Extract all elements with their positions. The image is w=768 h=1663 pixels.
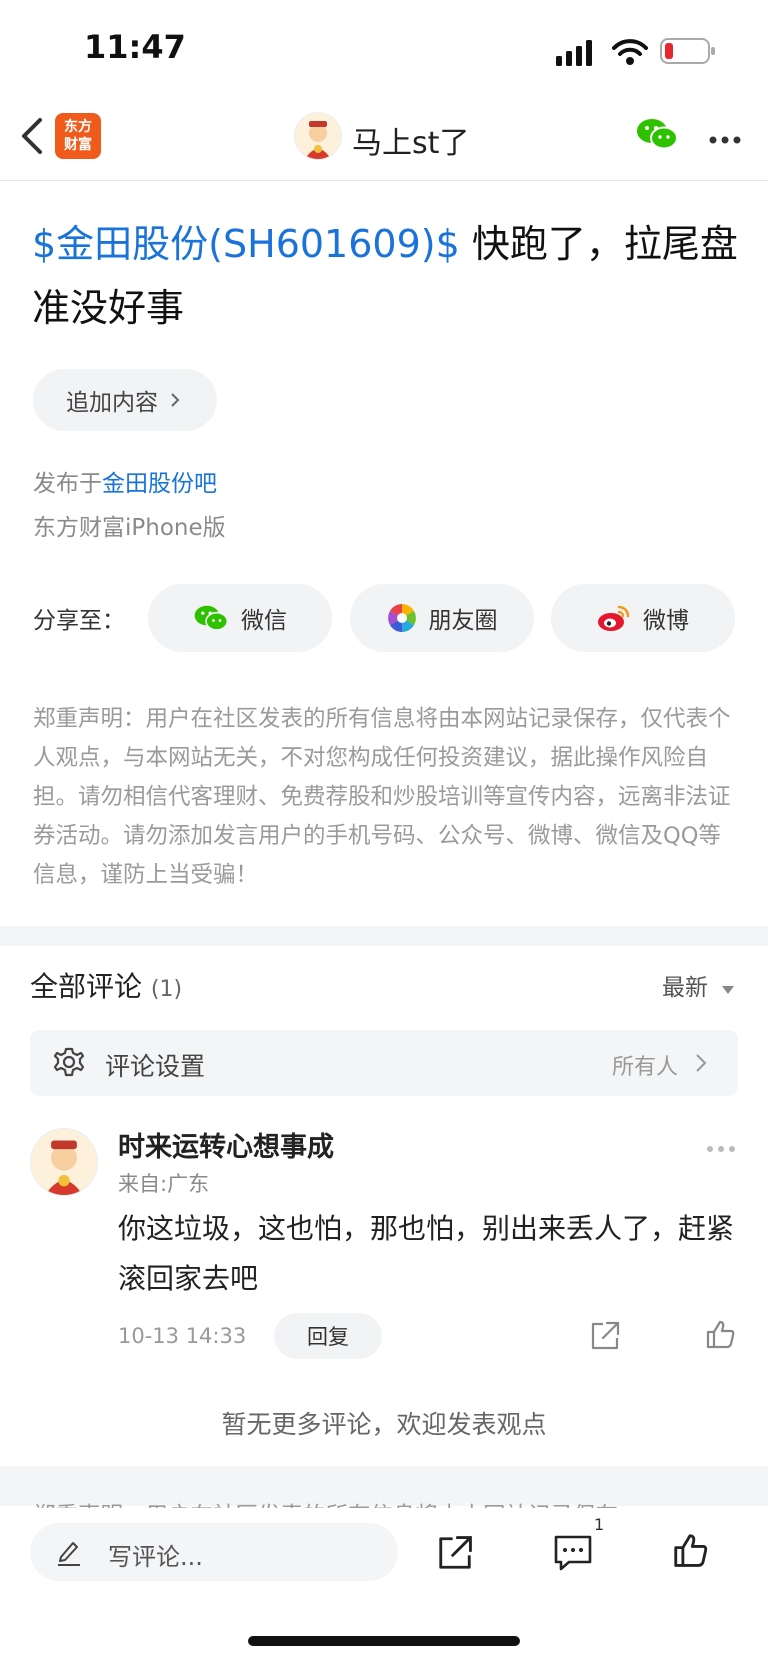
chevron-right-icon [171,393,180,407]
comment-settings-row[interactable]: 评论设置 所有人 [30,1030,738,1096]
add-content-label: 追加内容 [66,390,158,416]
sort-label: 最新 [662,975,708,1001]
comment-count-badge: 1 [594,1515,605,1534]
gear-icon [53,1047,85,1077]
comments-title: 全部评论 [30,970,143,1003]
wechat-share-icon[interactable] [635,116,679,156]
published-in: 发布于金田股份吧 [33,464,217,498]
status-time: 11:47 [84,28,186,66]
wechat-icon [194,605,229,631]
weibo-icon [598,605,630,631]
moments-icon [387,604,416,632]
comment-like-icon[interactable] [704,1318,736,1354]
comment-icon[interactable] [553,1534,593,1576]
commenter-location: 来自:广东 [118,1172,210,1196]
sort-dropdown[interactable]: 最新 [662,968,735,1002]
battery-icon [660,37,716,69]
home-indicator [248,1636,520,1646]
no-more-comments: 暂无更多评论，欢迎发表观点 [221,1410,547,1439]
back-icon[interactable] [18,116,44,160]
commenter-avatar[interactable] [30,1128,98,1196]
disclaimer-text: 郑重声明：用户在社区发表的所有信息将由本网站记录保存，仅代表个人观点，与本网站无… [33,706,731,888]
app-logo-text-2: 财富 [64,137,92,153]
share-moments-label: 朋友圈 [428,608,498,634]
comment-text: 你这垃圾，这也怕，那也怕，别出来丢人了，赶紧滚回家去吧 [118,1212,735,1295]
comment-input[interactable]: 写评论... [30,1523,398,1581]
stock-tag-link[interactable]: $金田股份(SH601609)$ [32,222,460,266]
pencil-icon [58,1542,80,1566]
comment-share-icon[interactable] [589,1320,621,1356]
comment-time: 10-13 14:33 [118,1324,247,1348]
caret-down-icon [722,986,735,994]
commenter-name[interactable]: 时来运转心想事成 [118,1125,334,1164]
app-logo[interactable]: 东方 财富 [55,113,101,159]
post-device: 东方财富iPhone版 [33,515,226,541]
post-title: $金田股份(SH601609)$ 快跑了，拉尾盘准没好事 [32,212,742,340]
author-name[interactable]: 马上st了 [352,118,469,162]
share-wechat-button[interactable]: 微信 [148,584,332,652]
more-icon[interactable] [708,130,742,149]
published-prefix: 发布于 [33,471,102,497]
reply-label: 回复 [307,1325,349,1349]
comment-input-placeholder: 写评论... [108,1543,203,1571]
forum-link[interactable]: 金田股份吧 [102,471,217,497]
comment-more-icon[interactable] [706,1138,736,1157]
reply-button[interactable]: 回复 [274,1313,382,1359]
share-label: 分享至： [33,608,125,634]
comments-count: (1) [150,977,183,1002]
cellular-signal-icon [556,40,596,70]
comment-settings-value: 所有人 [611,1055,678,1080]
share-moments-button[interactable]: 朋友圈 [350,584,534,652]
comments-header: 全部评论 (1) [30,965,182,1005]
app-logo-text-1: 东方 [64,119,92,135]
chevron-right-icon [696,1054,707,1072]
share-wechat-label: 微信 [241,608,287,634]
comment-settings-label: 评论设置 [105,1052,206,1081]
share-weibo-button[interactable]: 微博 [551,584,735,652]
author-avatar[interactable] [294,112,342,160]
like-icon[interactable] [671,1530,709,1574]
section-divider [0,926,768,946]
add-content-button[interactable]: 追加内容 [33,369,217,431]
share-icon[interactable] [436,1534,474,1576]
wifi-icon [612,38,648,70]
share-weibo-label: 微博 [643,608,689,634]
